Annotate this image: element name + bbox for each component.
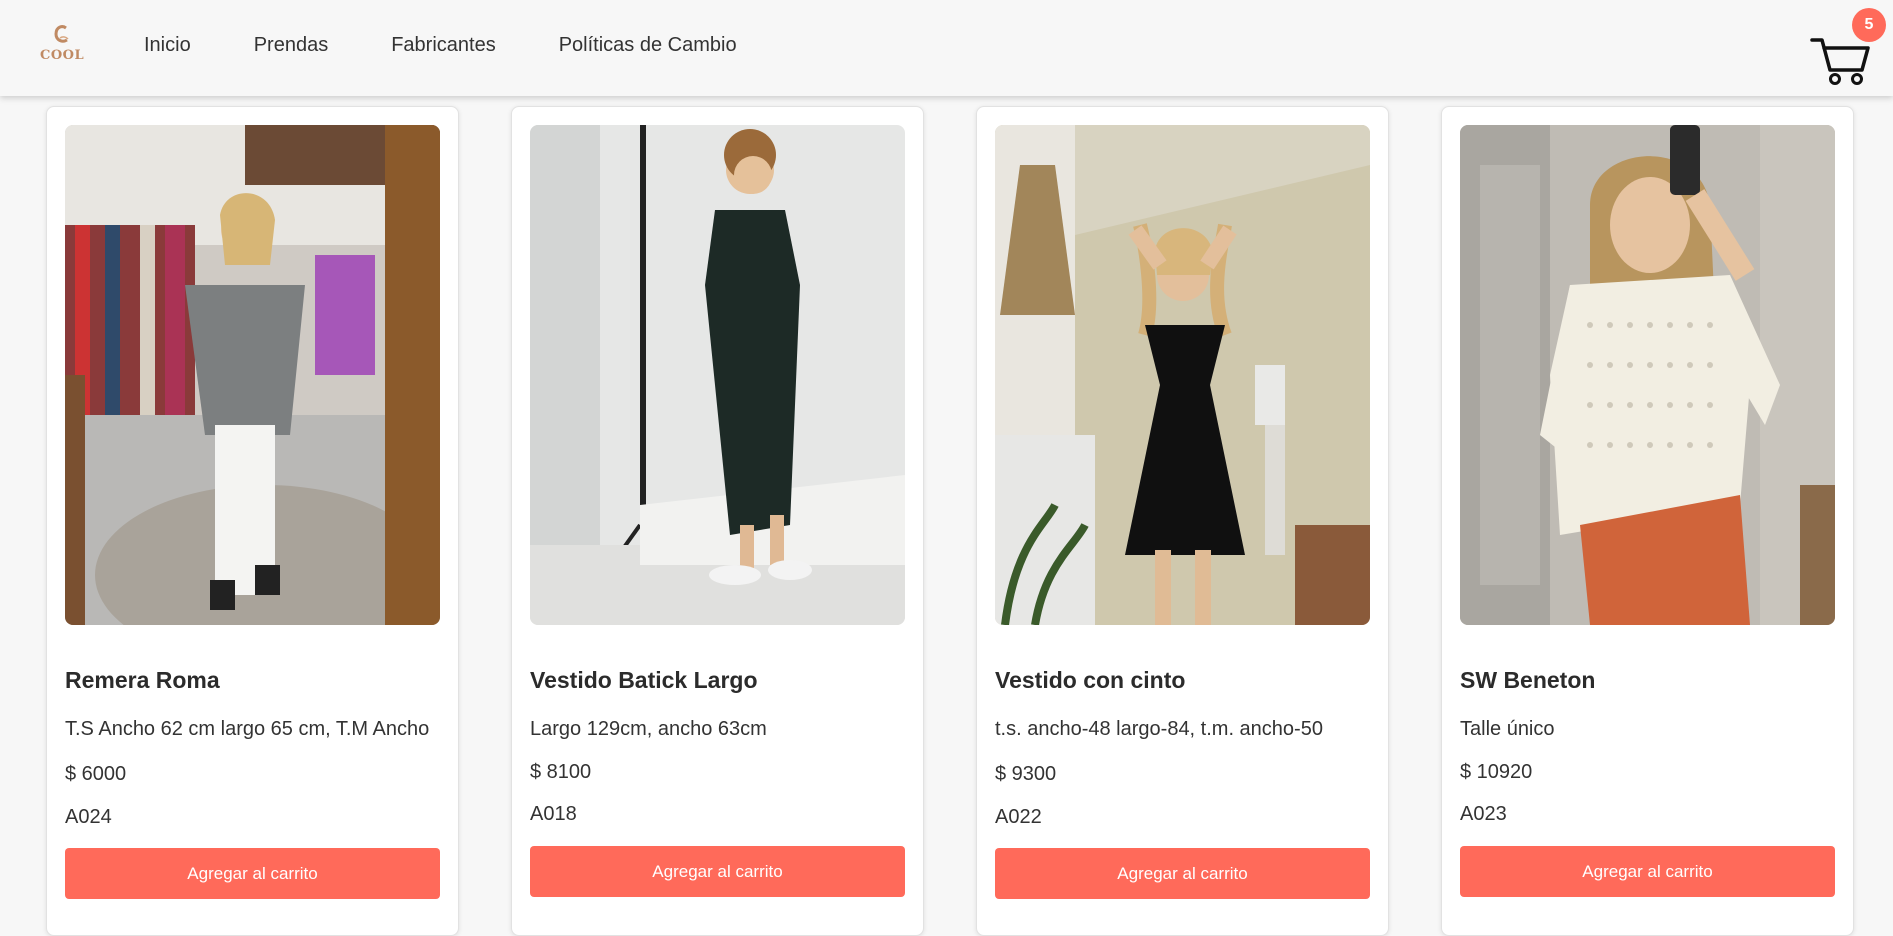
product-card: Remera Roma T.S Ancho 62 cm largo 65 cm,… bbox=[46, 106, 459, 936]
product-card: Vestido con cinto t.s. ancho-48 largo-84… bbox=[976, 106, 1389, 936]
product-card: SW Beneton Talle único $ 10920 A023 Agre… bbox=[1441, 106, 1854, 936]
product-image[interactable] bbox=[530, 125, 905, 625]
logo-text: COOL bbox=[40, 48, 85, 63]
cart-button[interactable] bbox=[1810, 34, 1872, 86]
product-code: A022 bbox=[995, 806, 1042, 828]
add-to-cart-button[interactable]: Agregar al carrito bbox=[995, 848, 1370, 899]
product-price: $ 6000 bbox=[65, 763, 127, 785]
product-code: A024 bbox=[65, 806, 112, 828]
product-price: $ 8100 bbox=[530, 761, 592, 783]
nav-link-politicas[interactable]: Políticas de Cambio bbox=[559, 34, 737, 57]
nav-link-fabricantes[interactable]: Fabricantes bbox=[391, 34, 496, 57]
add-to-cart-button[interactable]: Agregar al carrito bbox=[530, 846, 905, 897]
product-photo bbox=[995, 125, 1370, 625]
product-description: Largo 129cm, ancho 63cm bbox=[530, 718, 767, 740]
nav-link-inicio[interactable]: Inicio bbox=[144, 34, 191, 57]
product-description: t.s. ancho-48 largo-84, t.m. ancho-50 bbox=[995, 718, 1323, 740]
product-photo bbox=[1460, 125, 1835, 625]
add-to-cart-button[interactable]: Agregar al carrito bbox=[65, 848, 440, 899]
product-title: SW Beneton bbox=[1460, 667, 1596, 693]
product-card: Vestido Batick Largo Largo 129cm, ancho … bbox=[511, 106, 924, 936]
product-photo bbox=[530, 125, 905, 625]
product-code: A023 bbox=[1460, 803, 1507, 825]
product-price: $ 9300 bbox=[995, 763, 1057, 785]
cart-count-badge: 5 bbox=[1852, 8, 1886, 42]
main-nav: Inicio Prendas Fabricantes Políticas de … bbox=[144, 34, 800, 57]
navbar: COOL Inicio Prendas Fabricantes Política… bbox=[0, 0, 1893, 96]
product-photo bbox=[65, 125, 440, 625]
shopping-cart-icon bbox=[1810, 38, 1870, 85]
product-description: T.S Ancho 62 cm largo 65 cm, T.M Ancho bbox=[65, 718, 430, 740]
product-code: A018 bbox=[530, 803, 577, 825]
logo-icon bbox=[54, 25, 69, 43]
brand-logo[interactable]: COOL bbox=[40, 24, 84, 70]
product-image[interactable] bbox=[995, 125, 1370, 625]
product-title: Vestido con cinto bbox=[995, 667, 1186, 693]
product-description: Talle único bbox=[1460, 718, 1555, 740]
nav-link-prendas[interactable]: Prendas bbox=[254, 34, 329, 57]
add-to-cart-button[interactable]: Agregar al carrito bbox=[1460, 846, 1835, 897]
product-title: Vestido Batick Largo bbox=[530, 667, 758, 693]
product-title: Remera Roma bbox=[65, 667, 220, 693]
product-image[interactable] bbox=[1460, 125, 1835, 625]
product-price: $ 10920 bbox=[1460, 761, 1533, 783]
product-image[interactable] bbox=[65, 125, 440, 625]
